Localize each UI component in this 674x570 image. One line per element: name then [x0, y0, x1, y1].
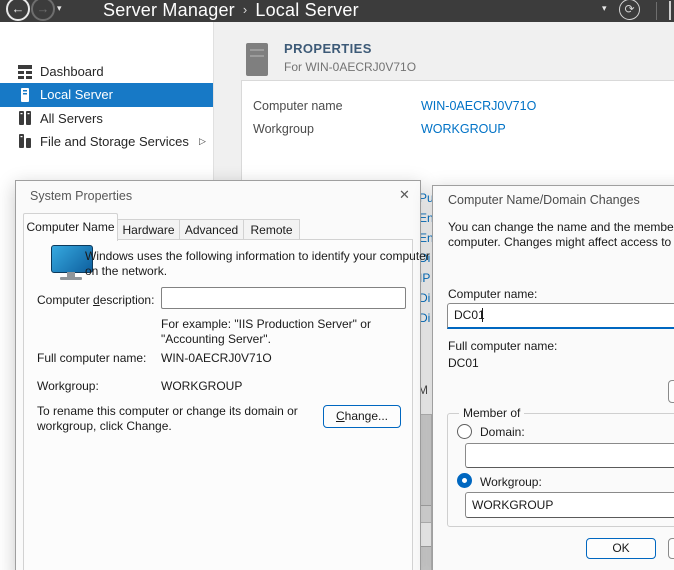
cancel-button-clipped[interactable]: [668, 538, 674, 559]
server-icon: [17, 87, 33, 103]
full-computer-name-value: DC01: [448, 356, 479, 370]
change-button[interactable]: Change...: [323, 405, 401, 428]
sidebar-item-label: File and Storage Services: [40, 134, 189, 149]
properties-tile-icon: [246, 43, 268, 76]
domain-input[interactable]: [465, 443, 674, 468]
back-button[interactable]: ←: [6, 0, 30, 21]
tab-label: Computer Name: [26, 220, 114, 234]
domain-radio-label: Domain:: [480, 425, 525, 439]
back-arrow-icon: ←: [12, 1, 25, 16]
description-example-text: "Accounting Server".: [161, 332, 271, 346]
member-of-label: Member of: [459, 406, 524, 420]
full-computer-name-label: Full computer name:: [37, 351, 146, 365]
property-label: Computer name: [253, 99, 343, 113]
sidebar-item-label: Dashboard: [40, 64, 104, 79]
domain-radio[interactable]: [457, 424, 472, 439]
breadcrumb-separator-icon: ›: [235, 2, 256, 17]
workgroup-input[interactable]: WORKGROUP: [465, 492, 674, 518]
computer-name-domain-changes-dialog: Computer Name/Domain Changes You can cha…: [432, 185, 674, 570]
clipped-value-link[interactable]: Di: [419, 311, 433, 325]
clipped-value-link[interactable]: IP: [419, 271, 433, 285]
dialog-title: Computer Name/Domain Changes: [448, 193, 640, 207]
workgroup-radio-label: Workgroup:: [480, 475, 542, 489]
clipped-value-link[interactable]: Di: [419, 291, 433, 305]
dialog-body-text: You can change the name and the membersh…: [448, 220, 674, 234]
notifications-flag-icon[interactable]: [669, 1, 671, 20]
rename-hint-text: workgroup, click Change.: [37, 419, 172, 433]
server-manager-window: ← → ▾ Server Manager›Local Server ▾ ⟳ Da…: [0, 0, 674, 570]
tab-label: Advanced: [185, 223, 238, 237]
close-icon[interactable]: ✕: [399, 187, 410, 203]
sidebar-item-label: Local Server: [40, 87, 113, 102]
rename-hint-text: To rename this computer or change its do…: [37, 404, 298, 418]
computer-name-label: Computer name:: [448, 287, 537, 301]
sidebar-item-all-servers[interactable]: All Servers: [0, 107, 213, 130]
full-computer-name-label: Full computer name:: [448, 339, 557, 353]
input-value: WORKGROUP: [472, 498, 553, 512]
dialog-body-text: computer. Changes might affect access to…: [448, 235, 674, 249]
tab-label: Remote: [250, 223, 292, 237]
text-cursor: [482, 308, 483, 322]
system-properties-dialog: System Properties ✕ Computer Name Hardwa…: [15, 180, 421, 570]
computer-name-link[interactable]: WIN-0AECRJ0V71O: [421, 99, 536, 113]
property-label: Workgroup: [253, 122, 314, 136]
forward-button[interactable]: →: [31, 0, 55, 21]
refresh-button[interactable]: ⟳: [619, 0, 640, 20]
forward-arrow-icon: →: [37, 1, 50, 16]
tab-computer-name[interactable]: Computer Name: [23, 213, 118, 241]
nav-history-caret-icon[interactable]: ▾: [57, 3, 62, 14]
servers-icon: [17, 110, 33, 126]
dialog-info-text: Windows uses the following information t…: [85, 249, 430, 263]
button-label: OK: [612, 541, 629, 555]
properties-subheading: For WIN-0AECRJ0V71O: [284, 60, 416, 74]
tab-remote[interactable]: Remote: [243, 219, 300, 241]
file-storage-icon: [17, 133, 33, 149]
description-example-text: For example: "IIS Production Server" or: [161, 317, 371, 331]
workgroup-radio[interactable]: [457, 473, 472, 488]
input-value: DC01: [454, 308, 485, 322]
computer-description-label: Computer description:: [37, 293, 154, 307]
sidebar-item-file-storage-services[interactable]: File and Storage Services ▷: [0, 130, 213, 153]
sidebar-item-local-server[interactable]: Local Server: [0, 83, 213, 107]
more-button[interactable]: [668, 380, 674, 403]
sidebar-item-label: All Servers: [40, 111, 103, 126]
tab-label: Hardware: [122, 223, 174, 237]
toolbar-separator: [656, 2, 657, 20]
workgroup-value: WORKGROUP: [161, 379, 242, 393]
clipped-value-link[interactable]: Pu: [419, 191, 433, 205]
manage-caret-icon[interactable]: ▾: [602, 3, 607, 14]
top-nav-bar: ← → ▾ Server Manager›Local Server ▾ ⟳: [0, 0, 674, 22]
workgroup-link[interactable]: WORKGROUP: [421, 122, 506, 136]
computer-name-input[interactable]: DC01: [447, 303, 674, 329]
workgroup-label: Workgroup:: [37, 379, 99, 393]
breadcrumb-page-title[interactable]: Local Server: [255, 0, 358, 20]
breadcrumb: Server Manager›Local Server: [103, 0, 359, 21]
refresh-icon: ⟳: [624, 2, 634, 16]
expand-arrow-icon[interactable]: ▷: [199, 136, 206, 147]
dialog-title: System Properties: [30, 189, 132, 203]
button-label: C: [336, 409, 345, 423]
clipped-value-link[interactable]: En: [419, 211, 433, 225]
dashboard-icon: [17, 63, 33, 79]
button-label: hange...: [345, 409, 388, 423]
tab-hardware[interactable]: Hardware: [117, 219, 180, 241]
breadcrumb-app-title: Server Manager: [103, 0, 235, 20]
computer-description-input[interactable]: [161, 287, 406, 309]
ok-button[interactable]: OK: [586, 538, 656, 559]
clipped-value-link[interactable]: En: [419, 231, 433, 245]
dialog-info-text: on the network.: [85, 264, 167, 278]
properties-heading: PROPERTIES: [284, 41, 372, 56]
tab-advanced[interactable]: Advanced: [179, 219, 244, 241]
full-computer-name-value: WIN-0AECRJ0V71O: [161, 351, 272, 365]
sidebar-item-dashboard[interactable]: Dashboard: [0, 60, 213, 83]
